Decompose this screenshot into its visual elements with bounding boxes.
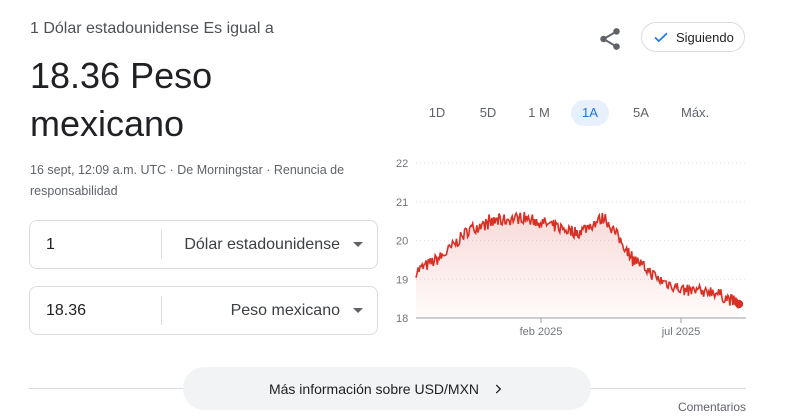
- conversion-result: 18.36 Peso mexicano: [30, 55, 213, 144]
- y-tick-label: 19: [396, 274, 408, 286]
- tab-1d[interactable]: 1D: [418, 100, 456, 126]
- x-tick-label: feb 2025: [520, 326, 563, 338]
- y-tick-label: 22: [396, 158, 408, 170]
- from-amount-input[interactable]: 1: [30, 236, 161, 254]
- y-tick-label: 18: [396, 313, 408, 325]
- tab-5a[interactable]: 5A: [622, 100, 660, 126]
- chevron-right-icon: [495, 383, 502, 394]
- share-icon[interactable]: [597, 26, 623, 52]
- to-currency-select[interactable]: Peso mexicano: [162, 302, 377, 320]
- more-info-label: Más información sobre USD/MXN: [268, 380, 480, 397]
- feedback-link[interactable]: Comentarios: [678, 400, 746, 414]
- from-currency-label: Dólar estadounidense: [184, 235, 340, 253]
- to-amount-input[interactable]: 18.36: [30, 302, 161, 320]
- y-tick-label: 20: [396, 236, 408, 248]
- dropdown-arrow-icon: [353, 242, 363, 247]
- source-meta: 16 sept, 12:09 a.m. UTC · De Morningstar…: [30, 163, 345, 198]
- follow-button[interactable]: Siguiendo: [641, 22, 745, 52]
- dropdown-arrow-icon: [353, 308, 363, 313]
- tab-1m[interactable]: 1 M: [520, 100, 558, 126]
- from-currency-select[interactable]: Dólar estadounidense: [162, 236, 377, 254]
- chart-area: [416, 211, 739, 318]
- tab-5d[interactable]: 5D: [469, 100, 507, 126]
- x-tick-label: jul 2025: [661, 326, 701, 338]
- follow-label: Siguiendo: [676, 29, 734, 45]
- to-converter: 18.36 Peso mexicano: [29, 286, 378, 335]
- y-tick-label: 21: [396, 197, 408, 209]
- more-info-button[interactable]: Más información sobre USD/MXN: [183, 367, 591, 410]
- check-icon: [654, 32, 668, 43]
- tab-1a[interactable]: 1A: [571, 100, 609, 126]
- chart-last-point: [734, 299, 744, 309]
- from-converter: 1 Dólar estadounidense: [29, 220, 378, 269]
- exchange-rate-chart: 22 21 20 19 18 feb 2025 jul 2025: [396, 158, 746, 338]
- to-currency-label: Peso mexicano: [230, 301, 340, 319]
- range-tabs: 1D 5D 1 M 1A 5A Máx.: [418, 100, 730, 126]
- tab-max[interactable]: Máx.: [673, 100, 717, 126]
- conversion-subtitle: 1 Dólar estadounidense Es igual a: [30, 20, 274, 37]
